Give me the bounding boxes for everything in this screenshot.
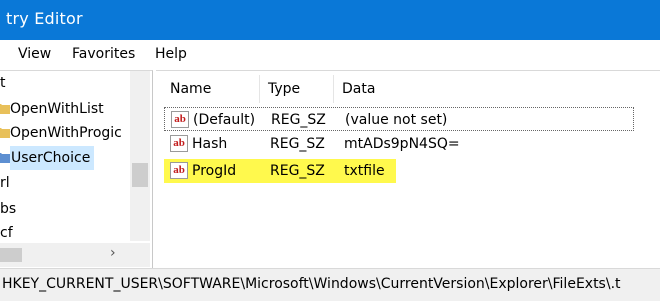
value-data: mtADs9pN4SQ=	[344, 136, 460, 152]
value-type: REG_SZ	[270, 163, 325, 179]
value-type: REG_SZ	[271, 112, 326, 128]
value-name: Hash	[192, 136, 228, 152]
tree-item-label: UserChoice	[10, 146, 95, 170]
list-row[interactable]: ab ProgId REG_SZ txtfile	[164, 159, 396, 183]
status-path: HKEY_CURRENT_USER\SOFTWARE\Microsoft\Win…	[2, 276, 621, 292]
title-bar[interactable]: try Editor	[0, 0, 660, 40]
tree-item-label: OpenWithList	[10, 101, 104, 117]
scroll-right-arrow-icon[interactable]: ›	[110, 245, 116, 261]
value-type: REG_SZ	[270, 136, 325, 152]
tree-vertical-scrollbar[interactable]	[130, 71, 150, 241]
tree-item-label: bs	[0, 201, 17, 217]
window-title: try Editor	[6, 9, 83, 28]
tree-item-label: OpenWithProgic	[10, 125, 122, 141]
tree-horizontal-scrollbar[interactable]: ›	[0, 243, 150, 267]
menu-view[interactable]: View	[18, 46, 51, 62]
value-name: ProgId	[192, 163, 237, 179]
column-header-data[interactable]: Data	[336, 75, 596, 103]
tree-item-openwithprogids[interactable]: OpenWithProgic	[0, 121, 130, 145]
value-data: (value not set)	[345, 112, 448, 128]
value-data: txtfile	[344, 163, 385, 179]
tree-item-userchoice[interactable]: UserChoice	[0, 146, 130, 170]
menu-bar: View Favorites Help	[0, 40, 660, 70]
list-row[interactable]: ab Hash REG_SZ mtADs9pN4SQ=	[164, 132, 634, 156]
menu-help[interactable]: Help	[155, 46, 187, 62]
tree-item-label: cf	[0, 225, 13, 241]
column-header-type[interactable]: Type	[262, 75, 334, 103]
column-header-name[interactable]: Name	[164, 75, 260, 103]
key-tree[interactable]: t OpenWithList OpenWithProgic UserChoice…	[0, 70, 153, 268]
tree-item-label: t	[0, 75, 6, 91]
reg-string-icon: ab	[171, 111, 189, 128]
tree-item-label: rl	[0, 175, 10, 191]
scroll-thumb[interactable]	[132, 163, 148, 187]
status-bar: HKEY_CURRENT_USER\SOFTWARE\Microsoft\Win…	[0, 268, 660, 301]
folder-icon	[0, 153, 10, 163]
menu-favorites[interactable]: Favorites	[72, 46, 135, 62]
reg-string-icon: ab	[170, 162, 188, 179]
value-list[interactable]: Name Type Data ab (Default) REG_SZ (valu…	[156, 70, 660, 268]
value-name: (Default)	[193, 112, 256, 128]
folder-icon	[0, 104, 10, 114]
tree-item-openwithlist[interactable]: OpenWithList	[0, 97, 130, 121]
reg-string-icon: ab	[170, 135, 188, 152]
list-row[interactable]: ab (Default) REG_SZ (value not set)	[164, 107, 634, 131]
scroll-thumb[interactable]	[0, 248, 22, 262]
folder-icon	[0, 128, 10, 138]
